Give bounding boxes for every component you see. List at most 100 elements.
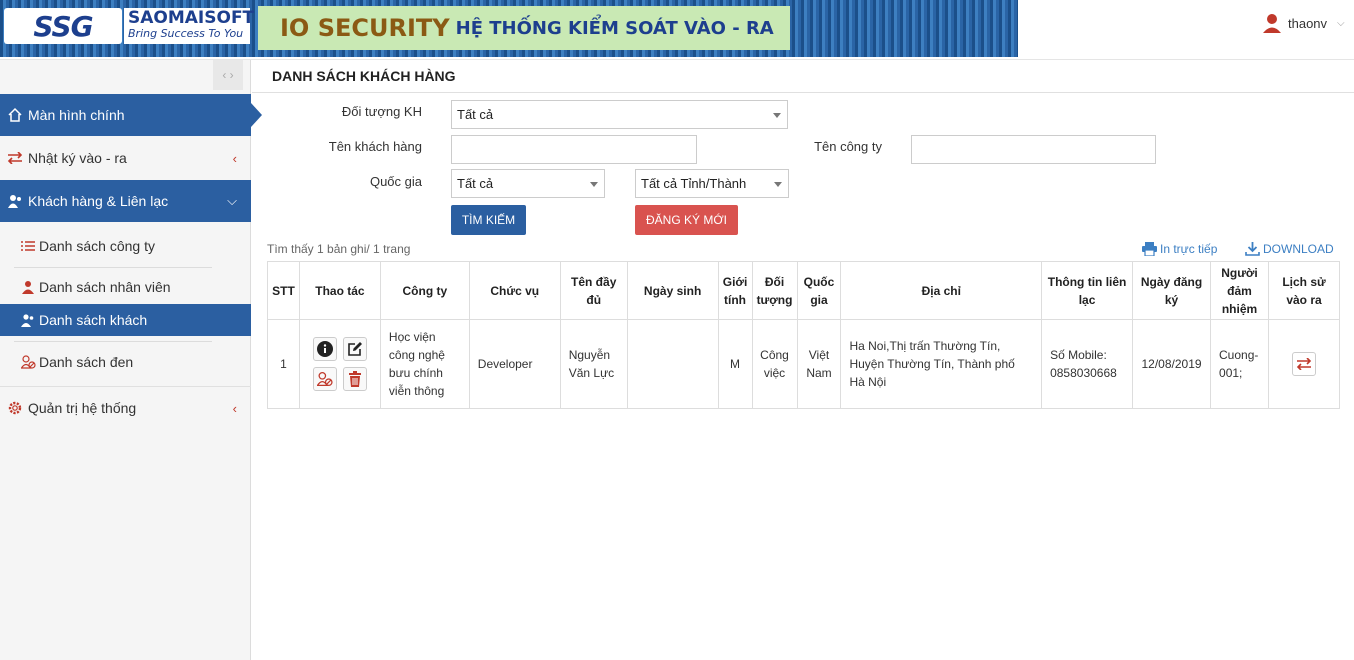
row-actions <box>300 337 380 391</box>
edit-icon <box>348 342 362 356</box>
chevron-left-icon: ‹ <box>232 150 237 166</box>
blacklist-button[interactable] <box>312 367 337 391</box>
print-link[interactable]: In trực tiếp <box>1142 242 1217 256</box>
column-header: Ngày đăng ký <box>1132 261 1212 320</box>
edit-button[interactable] <box>342 337 367 361</box>
sidebar-item-access-log[interactable]: Nhật ký vào - ra ‹ <box>0 137 251 179</box>
trash-icon <box>348 371 361 387</box>
app-title-big: IO SECURITY <box>280 14 450 42</box>
exchange-icon <box>6 152 24 164</box>
users-icon <box>6 193 24 209</box>
column-header: STT <box>267 261 300 320</box>
header-banner: SSG SAOMAISOFT Bring Success To You IO S… <box>0 0 1018 57</box>
column-header: Công ty <box>379 261 470 320</box>
blacklist-icon <box>20 355 36 369</box>
column-header: Quốc gia <box>796 261 842 320</box>
column-header: Ngày sinh <box>626 261 719 320</box>
customer-table: STT Thao tác Công ty Chức vụ Tên đầy đủ … <box>267 261 1340 409</box>
register-new-button[interactable]: ĐĂNG KÝ MỚI <box>635 205 738 235</box>
cell-country: Việt Nam <box>796 319 842 409</box>
info-icon <box>316 341 333 357</box>
sidebar-item-label: Màn hình chính <box>28 107 125 123</box>
chevron-down-icon: ⌵ <box>227 193 237 208</box>
sidebar-item-label: Khách hàng & Liên lạc <box>28 193 169 209</box>
sidebar-divider <box>14 341 212 342</box>
search-button[interactable]: TÌM KIẾM <box>451 205 526 235</box>
gear-icon <box>6 400 24 416</box>
column-header: Đối tượng <box>751 261 798 320</box>
customer-type-label: Đối tượng KH <box>341 104 422 119</box>
user-menu[interactable]: thaonv ⌵ <box>1262 12 1345 34</box>
country-label: Quốc gia <box>369 174 422 189</box>
sidebar-subitem-employees[interactable]: Danh sách nhân viên <box>0 271 251 303</box>
cell-contact: Số Mobile: 0858030668 <box>1041 319 1134 409</box>
download-link[interactable]: DOWNLOAD <box>1245 242 1334 256</box>
app-header: SSG SAOMAISOFT Bring Success To You IO S… <box>0 0 1354 60</box>
ssg-logo: SSG <box>4 8 122 44</box>
sidebar-subitem-label: Danh sách công ty <box>39 238 155 254</box>
brand-name: SAOMAISOFT <box>128 8 255 28</box>
sidebar-toggle-button[interactable]: ‹ › <box>213 60 243 90</box>
column-header: Địa chỉ <box>840 261 1043 320</box>
column-header: Giới tính <box>717 261 753 320</box>
app-title-box: IO SECURITY HỆ THỐNG KIỂM SOÁT VÀO - RA <box>258 6 790 50</box>
sidebar-item-label: Nhật ký vào - ra <box>28 150 127 166</box>
country-select[interactable]: Tất cả <box>451 169 605 198</box>
cell-full-name: Nguyễn Văn Lực <box>559 319 628 409</box>
customer-name-input[interactable] <box>451 135 697 164</box>
customer-name-label: Tên khách hàng <box>328 139 422 154</box>
username: thaonv <box>1288 15 1328 31</box>
column-header: Người đảm nhiệm <box>1210 261 1269 320</box>
table-header-row: STT Thao tác Công ty Chức vụ Tên đầy đủ … <box>267 261 1340 320</box>
sidebar-item-home[interactable]: Màn hình chính <box>0 94 262 136</box>
column-header: Thông tin liên lạc <box>1041 261 1134 320</box>
delete-button[interactable] <box>342 367 367 391</box>
user-icon <box>20 280 36 294</box>
sidebar-item-label: Quản trị hệ thống <box>28 400 137 416</box>
cell-gender: M <box>717 319 753 409</box>
list-icon <box>20 240 36 252</box>
cell-position: Developer <box>468 319 561 409</box>
access-history-button[interactable] <box>1292 352 1316 376</box>
user-avatar-icon <box>1262 12 1282 34</box>
view-details-button[interactable] <box>312 337 337 361</box>
province-select[interactable]: Tất cả Tỉnh/Thành <box>635 169 789 198</box>
sidebar-subitem-companies[interactable]: Danh sách công ty <box>0 230 251 262</box>
chevron-left-icon: ‹ <box>232 400 237 416</box>
cell-history <box>1268 319 1340 409</box>
column-header: Thao tác <box>298 261 381 320</box>
main-content: DANH SÁCH KHÁCH HÀNG Đối tượng KH Tất cả… <box>252 60 1354 660</box>
page-title: DANH SÁCH KHÁCH HÀNG <box>272 68 456 84</box>
column-header: Tên đầy đủ <box>559 261 628 320</box>
sidebar-subitem-blacklist[interactable]: Danh sách đen <box>0 346 251 378</box>
sidebar-divider <box>14 267 212 268</box>
cell-stt: 1 <box>267 319 300 409</box>
cell-address: Ha Noi,Thị trấn Thường Tín, Huyện Thường… <box>840 319 1043 409</box>
cell-register-date: 12/08/2019 <box>1132 319 1212 409</box>
cell-company: Học viện công nghệ bưu chính viễn thông <box>379 319 470 409</box>
cell-handler: Cuong-001; <box>1210 319 1269 409</box>
column-header: Chức vụ <box>468 261 561 320</box>
brand-tagline: Bring Success To You <box>128 27 244 40</box>
sidebar-item-admin[interactable]: Quản trị hệ thống ‹ <box>0 387 251 429</box>
results-count: Tìm thấy 1 bản ghi/ 1 trang <box>267 242 411 256</box>
exchange-icon <box>1296 358 1312 370</box>
sidebar-subitem-label: Danh sách khách <box>39 312 148 328</box>
company-label: Tên công ty <box>814 139 882 154</box>
print-link-label: In trực tiếp <box>1160 242 1218 256</box>
title-divider <box>252 92 1354 93</box>
sidebar-item-customers[interactable]: Khách hàng & Liên lạc ⌵ <box>0 180 251 222</box>
sidebar-subitem-guests[interactable]: Danh sách khách <box>0 304 251 336</box>
cell-actions <box>298 319 381 409</box>
sidebar-subitem-label: Danh sách nhân viên <box>39 279 171 295</box>
download-icon <box>1245 242 1260 256</box>
download-link-label: DOWNLOAD <box>1263 242 1334 256</box>
printer-icon <box>1142 242 1157 256</box>
customer-type-select[interactable]: Tất cả <box>451 100 788 129</box>
ssg-logo-text: SSG <box>33 9 93 43</box>
app-title-small: HỆ THỐNG KIỂM SOÁT VÀO - RA <box>455 17 774 39</box>
sidebar-subitem-label: Danh sách đen <box>39 354 134 370</box>
saomaisoft-logo: SAOMAISOFT Bring Success To You <box>124 8 255 44</box>
cell-type: Công việc <box>751 319 798 409</box>
company-input[interactable] <box>911 135 1156 164</box>
